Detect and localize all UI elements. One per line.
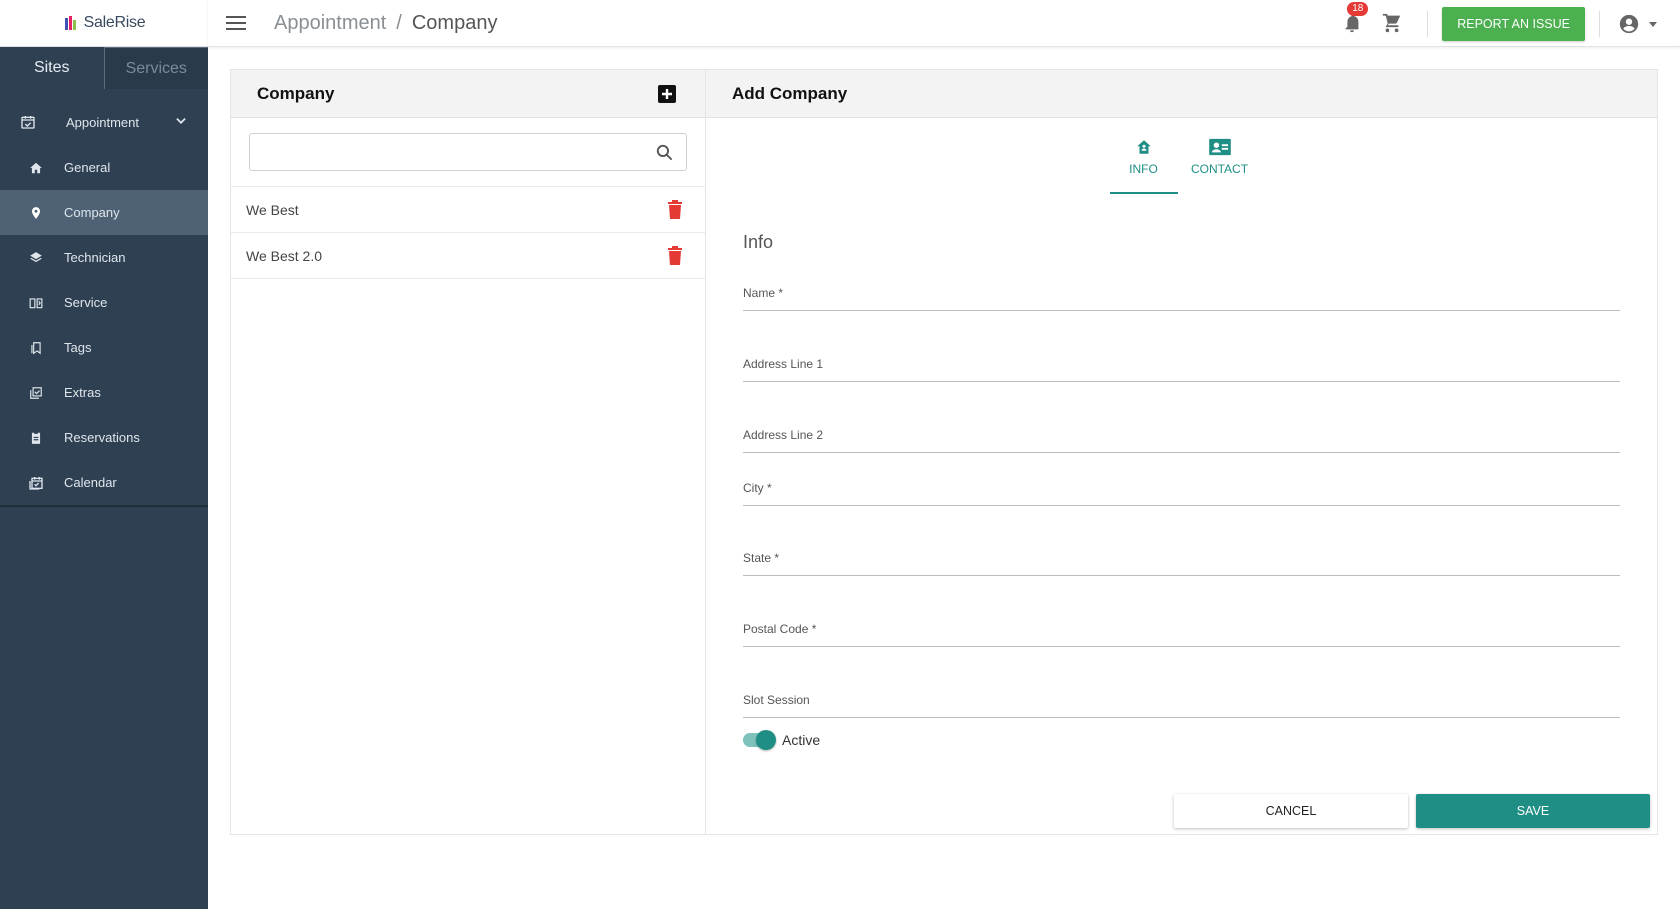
contact-card-icon (1208, 138, 1231, 156)
toggle-knob (756, 730, 776, 750)
divider (1599, 10, 1600, 37)
sidebar-item-label: Technician (64, 250, 126, 265)
nav-group: Appointment General Company Technician S… (0, 89, 208, 505)
postal-code-field: Postal Code * (743, 611, 1620, 647)
top-bar: Appointment / Company 18 REPORT AN ISSUE (208, 0, 1680, 47)
breadcrumb-item-appointment[interactable]: Appointment (274, 12, 386, 35)
panel-title: Company (257, 83, 335, 103)
sidebar-item-technician[interactable]: Technician (0, 235, 208, 280)
sidebar-item-tags[interactable]: Tags (0, 325, 208, 370)
delete-icon[interactable] (667, 200, 683, 222)
add-box-icon[interactable] (657, 84, 677, 104)
form-tabs: INFO CONTACT (706, 130, 1657, 194)
tab-sites[interactable]: Sites (0, 47, 105, 89)
chevron-down-icon (174, 114, 188, 131)
cart-icon[interactable] (1381, 12, 1405, 36)
logo-mark-icon (63, 14, 81, 32)
sidebar-item-label: Company (64, 205, 120, 220)
cancel-button[interactable]: CANCEL (1174, 794, 1408, 828)
state-field: State * (743, 540, 1620, 576)
add-company-panel: Add Company INFO CONTACT Info Name * Add… (706, 69, 1658, 835)
active-toggle-row: Active (743, 730, 821, 750)
add-company-header: Add Company (706, 70, 1657, 118)
breadcrumb-separator: / (396, 11, 402, 34)
breadcrumb-item-company: Company (411, 11, 498, 34)
sidebar-item-reservations[interactable]: Reservations (0, 415, 208, 460)
notification-badge: 18 (1347, 1, 1369, 16)
sidebar-group-appointment[interactable]: Appointment (0, 99, 208, 145)
sidebar-item-calendar[interactable]: Calendar (0, 460, 208, 505)
sidebar-item-label: General (64, 160, 111, 175)
tab-services[interactable]: Services (104, 47, 208, 89)
calendar-icon (28, 475, 44, 491)
home-icon (28, 160, 44, 176)
account-menu[interactable] (1618, 13, 1658, 35)
search-icon[interactable] (655, 143, 674, 167)
panel-title: Add Company (732, 83, 848, 103)
sidebar-item-service[interactable]: Service (0, 280, 208, 325)
sidebar-item-label: Calendar (64, 475, 117, 490)
house-icon (1136, 140, 1151, 154)
account-circle-icon (1619, 14, 1639, 33)
divider (1427, 10, 1429, 37)
clipboard-icon (28, 430, 44, 446)
search-wrapper (231, 118, 705, 187)
city-field: City * (743, 470, 1620, 506)
tab-info[interactable]: INFO (1109, 130, 1178, 194)
sidebar-group-label: Appointment (66, 114, 139, 130)
postal-code-input[interactable] (743, 616, 1620, 646)
layers-icon (28, 250, 44, 266)
bookmarks-icon (28, 340, 44, 356)
section-title: Info (743, 232, 774, 252)
address-line-2-field: Address Line 2 (743, 417, 1620, 453)
address-line-1-input[interactable] (743, 351, 1620, 381)
active-toggle[interactable] (743, 730, 776, 750)
active-label: Active (782, 732, 821, 748)
list-item[interactable]: We Best 2.0 (231, 233, 705, 279)
breadcrumb: Appointment / Company (274, 12, 497, 35)
city-input[interactable] (743, 475, 1620, 505)
slot-session-input[interactable] (743, 687, 1620, 717)
logo[interactable]: SaleRise (63, 14, 146, 32)
name-field: Name * (743, 275, 1620, 311)
logo-bar: SaleRise (0, 0, 208, 47)
book-icon (28, 295, 44, 311)
calendar-check-icon (20, 114, 36, 130)
sidebar: SaleRise Sites Services Appointment Gene… (0, 0, 208, 909)
company-name: We Best (246, 201, 299, 218)
address-line-1-field: Address Line 1 (743, 346, 1620, 382)
notifications-button[interactable]: 18 (1341, 1, 1369, 36)
address-line-2-input[interactable] (743, 422, 1620, 452)
sidebar-item-label: Reservations (64, 430, 140, 445)
tab-contact[interactable]: CONTACT (1186, 130, 1254, 194)
sidebar-item-general[interactable]: General (0, 145, 208, 190)
save-button[interactable]: SAVE (1416, 794, 1650, 828)
company-name: We Best 2.0 (246, 247, 323, 264)
tab-label: CONTACT (1190, 162, 1249, 176)
sidebar-item-label: Tags (64, 340, 92, 355)
company-list-panel: Company We Best We Best 2.0 (230, 69, 706, 835)
slot-session-field: Slot Session (743, 682, 1620, 718)
sidebar-tabs: Sites Services (0, 47, 208, 89)
report-issue-button[interactable]: REPORT AN ISSUE (1442, 6, 1585, 41)
logo-text: SaleRise (83, 14, 146, 31)
sidebar-item-label: Service (64, 295, 108, 310)
search-box (249, 133, 687, 171)
name-input[interactable] (743, 280, 1620, 310)
list-item[interactable]: We Best (231, 187, 705, 233)
sidebar-item-company[interactable]: Company (0, 190, 208, 235)
sidebar-divider (0, 505, 208, 507)
sidebar-item-extras[interactable]: Extras (0, 370, 208, 415)
delete-icon[interactable] (667, 246, 683, 268)
company-list-header: Company (231, 70, 705, 118)
caret-down-icon (1649, 21, 1657, 27)
library-add-icon (28, 385, 44, 401)
tab-label: INFO (1129, 162, 1158, 176)
sidebar-item-label: Extras (64, 385, 101, 400)
menu-icon[interactable] (224, 11, 248, 35)
top-actions: 18 REPORT AN ISSUE (1341, 0, 1680, 47)
search-input[interactable] (250, 134, 686, 170)
location-pin-icon (28, 205, 44, 221)
state-input[interactable] (743, 545, 1620, 575)
